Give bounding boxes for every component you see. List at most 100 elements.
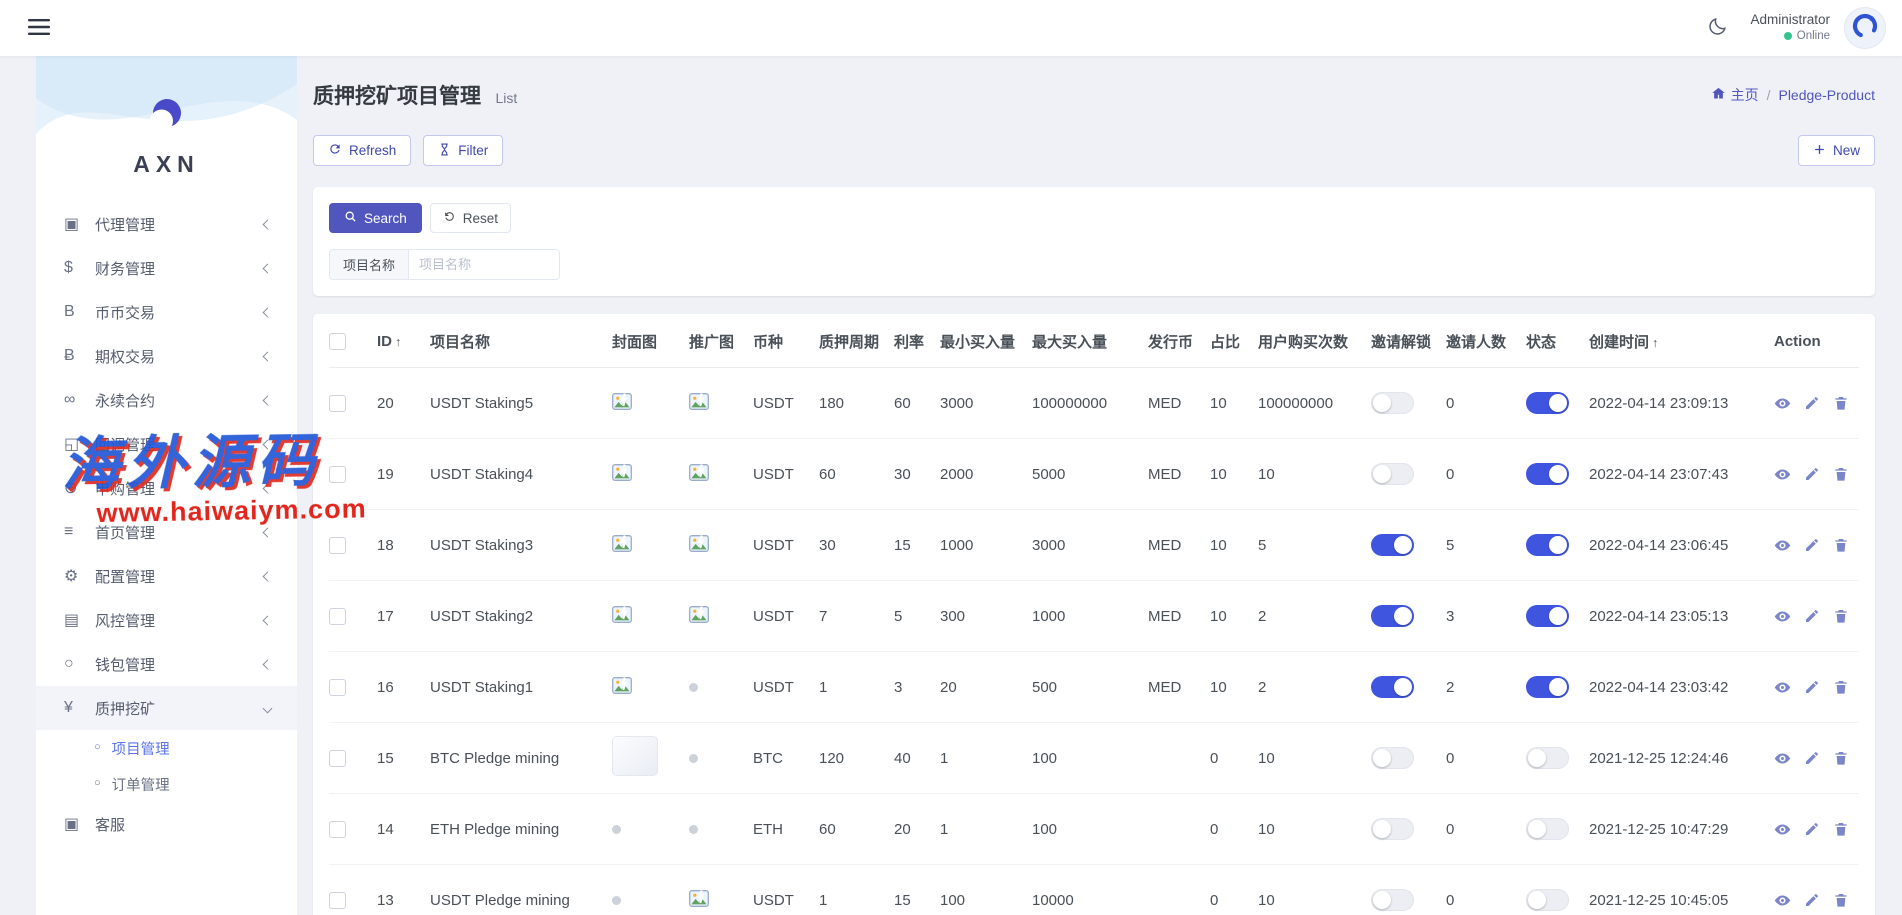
view-button[interactable] — [1774, 537, 1791, 554]
edit-button[interactable] — [1804, 395, 1820, 411]
sidebar-item-callback[interactable]: ◱回调管理 — [36, 422, 297, 466]
sidebar-item-subscription[interactable]: ⊕申购管理 — [36, 466, 297, 510]
table-row: 18USDT Staking3USDT301510003000MED105520… — [329, 510, 1859, 581]
edit-button[interactable] — [1804, 537, 1820, 553]
row-checkbox[interactable] — [329, 892, 346, 909]
sidebar-item-spot-trading[interactable]: B币币交易 — [36, 290, 297, 334]
status-toggle[interactable] — [1526, 889, 1569, 911]
cell-created_at: 2021-12-25 12:24:46 — [1589, 723, 1774, 794]
delete-button[interactable] — [1833, 395, 1849, 411]
status-toggle[interactable] — [1526, 747, 1569, 769]
cell-period: 1 — [819, 865, 894, 915]
chevron-icon — [263, 263, 273, 273]
sidebar-item-pledge-mining[interactable]: ¥质押挖矿 — [36, 686, 297, 730]
broken-image-icon — [689, 894, 709, 911]
sidebar-item-agent[interactable]: ▣代理管理 — [36, 202, 297, 246]
refresh-button[interactable]: Refresh — [313, 135, 411, 166]
row-checkbox[interactable] — [329, 395, 346, 412]
column-header-ratio: 占比 — [1210, 314, 1258, 368]
new-button[interactable]: New — [1798, 135, 1875, 166]
sidebar-item-wallet[interactable]: ○钱包管理 — [36, 642, 297, 686]
edit-button[interactable] — [1804, 892, 1820, 908]
sidebar-item-support[interactable]: ▣客服 — [36, 802, 297, 846]
sidebar-item-config[interactable]: ⚙配置管理 — [36, 554, 297, 598]
dark-mode-toggle[interactable] — [1707, 16, 1728, 40]
delete-button[interactable] — [1833, 679, 1849, 695]
view-button[interactable] — [1774, 821, 1791, 838]
breadcrumb-home-link[interactable]: 主页 — [1711, 85, 1759, 105]
invite_unlock-toggle[interactable] — [1371, 392, 1414, 414]
row-checkbox[interactable] — [329, 750, 346, 767]
broken-image-icon — [612, 681, 632, 698]
delete-button[interactable] — [1833, 466, 1849, 482]
delete-button[interactable] — [1833, 892, 1849, 908]
status-toggle[interactable] — [1526, 676, 1569, 698]
delete-button[interactable] — [1833, 821, 1849, 837]
cell-action — [1774, 865, 1859, 915]
sidebar-item-options-trading[interactable]: Ƀ期权交易 — [36, 334, 297, 378]
status-toggle[interactable] — [1526, 605, 1569, 627]
status-toggle[interactable] — [1526, 392, 1569, 414]
view-button[interactable] — [1774, 679, 1791, 696]
row-checkbox[interactable] — [329, 821, 346, 838]
row-checkbox[interactable] — [329, 466, 346, 483]
invite_unlock-toggle[interactable] — [1371, 889, 1414, 911]
cell-cover — [612, 510, 689, 581]
delete-button[interactable] — [1833, 608, 1849, 624]
view-button[interactable] — [1774, 750, 1791, 767]
invite_unlock-toggle[interactable] — [1371, 463, 1414, 485]
hamburger-menu-button[interactable] — [28, 19, 50, 38]
project-name-input[interactable] — [408, 249, 560, 280]
cell-max_buy: 100 — [1032, 723, 1148, 794]
view-button[interactable] — [1774, 892, 1791, 909]
status-toggle[interactable] — [1526, 534, 1569, 556]
cell-min_buy: 2000 — [940, 439, 1032, 510]
hamburger-icon — [28, 19, 50, 38]
sidebar-item-perpetual-contract[interactable]: ∞永续合约 — [36, 378, 297, 422]
column-header-status: 状态 — [1526, 314, 1589, 368]
view-button[interactable] — [1774, 395, 1791, 412]
cell-min_buy: 100 — [940, 865, 1032, 915]
avatar[interactable] — [1844, 7, 1886, 49]
sidebar-item-homepage[interactable]: ≡首页管理 — [36, 510, 297, 554]
sidebar-item-label: 币币交易 — [95, 302, 264, 323]
invite_unlock-toggle[interactable] — [1371, 605, 1414, 627]
edit-button[interactable] — [1804, 821, 1820, 837]
status-toggle[interactable] — [1526, 463, 1569, 485]
sort-arrow-icon[interactable]: ↑ — [395, 335, 401, 349]
delete-button[interactable] — [1833, 750, 1849, 766]
edit-button[interactable] — [1804, 679, 1820, 695]
view-button[interactable] — [1774, 608, 1791, 625]
sort-arrow-icon[interactable]: ↑ — [1652, 336, 1658, 350]
sidebar-item-risk-control[interactable]: ▤风控管理 — [36, 598, 297, 642]
select-all-checkbox[interactable] — [329, 333, 346, 350]
sidebar-subitem-order-management[interactable]: ○订单管理 — [36, 766, 297, 802]
row-checkbox[interactable] — [329, 679, 346, 696]
invite_unlock-toggle[interactable] — [1371, 747, 1414, 769]
column-label: 质押周期 — [819, 334, 879, 351]
bitcoin-icon: Ƀ — [64, 347, 91, 365]
invite_unlock-toggle[interactable] — [1371, 534, 1414, 556]
invite_unlock-toggle[interactable] — [1371, 676, 1414, 698]
row-checkbox[interactable] — [329, 608, 346, 625]
row-actions — [1774, 537, 1853, 554]
edit-button[interactable] — [1804, 466, 1820, 482]
cell-status — [1526, 652, 1589, 723]
status-toggle[interactable] — [1526, 818, 1569, 840]
cell-promo — [689, 581, 753, 652]
search-button[interactable]: Search — [329, 203, 422, 233]
chevron-icon — [263, 615, 273, 625]
sidebar-subitem-project-management[interactable]: ○项目管理 — [36, 730, 297, 766]
row-checkbox-cell — [329, 510, 377, 581]
view-button[interactable] — [1774, 466, 1791, 483]
filter-button[interactable]: Filter — [423, 135, 503, 166]
cell-buy_count: 2 — [1258, 581, 1371, 652]
reset-button[interactable]: Reset — [430, 203, 511, 233]
row-checkbox[interactable] — [329, 537, 346, 554]
sidebar-item-finance[interactable]: $财务管理 — [36, 246, 297, 290]
invite_unlock-toggle[interactable] — [1371, 818, 1414, 840]
edit-button[interactable] — [1804, 750, 1820, 766]
cell-buy_count: 10 — [1258, 439, 1371, 510]
delete-button[interactable] — [1833, 537, 1849, 553]
edit-button[interactable] — [1804, 608, 1820, 624]
